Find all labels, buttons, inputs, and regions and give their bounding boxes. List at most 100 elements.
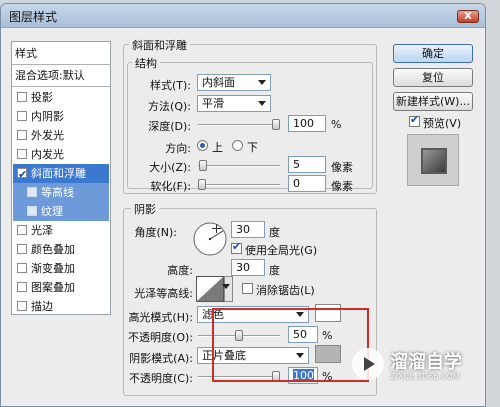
blend-options-item[interactable]: 混合选项:默认 — [15, 66, 111, 85]
soften-input[interactable]: 0 — [288, 175, 326, 192]
size-slider-thumb[interactable] — [199, 160, 208, 171]
altitude-input[interactable]: 30 — [231, 259, 265, 276]
new-style-button[interactable]: 新建样式(W)... — [393, 92, 473, 111]
chevron-down-icon — [258, 101, 266, 106]
size-slider-track[interactable] — [198, 165, 280, 167]
preview-label: 预览(V) — [423, 117, 462, 130]
direction-down-radio[interactable] — [232, 140, 243, 151]
soften-label: 软化(F): — [150, 180, 191, 193]
check-icon: ✔ — [232, 240, 242, 253]
depth-slider-track[interactable] — [198, 124, 280, 126]
gloss-contour-label: 光泽等高线: — [134, 287, 193, 300]
style-item-7[interactable]: 纹理 — [13, 202, 109, 221]
bevel-emboss-title: 斜面和浮雕 — [129, 37, 190, 53]
style-checkbox[interactable]: ✔ — [17, 168, 27, 181]
check-icon: ✔ — [18, 168, 28, 181]
styles-list-panel: 样式 混合选项:默认 投影内阴影外发光内发光 ✔ 斜面和浮雕等高线纹理光泽颜色叠加渐… — [11, 41, 111, 315]
global-light-checkbox[interactable]: ✔ — [231, 240, 242, 254]
soften-slider-thumb[interactable] — [198, 179, 206, 190]
style-item-3[interactable]: 外发光 — [13, 126, 109, 145]
style-item-label: 光泽 — [31, 224, 53, 237]
shading-title: 阴影 — [131, 201, 159, 217]
altitude-unit: 度 — [269, 264, 280, 277]
style-checkbox[interactable] — [27, 187, 37, 197]
style-dropdown-value: 内斜面 — [202, 76, 235, 89]
style-item-5[interactable]: ✔ 斜面和浮雕 — [13, 164, 109, 183]
close-button[interactable]: X — [457, 10, 479, 23]
title-bar[interactable]: 图层样式 X — [1, 4, 485, 28]
ok-button[interactable]: 确定 — [393, 44, 473, 63]
window-title: 图层样式 — [9, 10, 58, 24]
style-item-9[interactable]: 颜色叠加 — [13, 240, 109, 259]
structure-title: 结构 — [132, 55, 160, 71]
preview-checkbox[interactable]: ✔ — [409, 113, 420, 127]
check-icon: ✔ — [410, 113, 420, 126]
soften-unit: 像素 — [331, 180, 353, 193]
style-checkbox[interactable] — [17, 244, 27, 254]
soften-slider-track[interactable] — [198, 184, 280, 186]
depth-input[interactable]: 100 — [288, 115, 326, 132]
direction-up-radio[interactable] — [197, 140, 208, 151]
crosshair-icon — [212, 224, 221, 233]
style-item-2[interactable]: 内阴影 — [13, 107, 109, 126]
angle-dial[interactable] — [192, 221, 228, 257]
gloss-contour-preview-icon[interactable] — [196, 276, 224, 302]
style-dropdown[interactable]: 内斜面 — [197, 74, 271, 91]
angle-unit: 度 — [269, 226, 280, 239]
reset-button[interactable]: 复位 — [393, 68, 473, 87]
highlight-mode-label: 高光模式(H): — [128, 311, 193, 324]
style-checkbox[interactable] — [17, 263, 27, 273]
style-item-label: 斜面和浮雕 — [31, 167, 86, 180]
style-checkbox[interactable] — [17, 149, 27, 159]
play-logo-icon — [352, 348, 384, 380]
style-checkbox[interactable] — [17, 301, 27, 311]
gloss-contour-dropdown[interactable] — [222, 276, 233, 302]
style-item-label: 渐变叠加 — [31, 262, 75, 275]
angle-label: 角度(N): — [134, 226, 177, 239]
shadow-mode-label: 阴影模式(A): — [129, 352, 193, 365]
style-item-1[interactable]: 投影 — [13, 88, 109, 107]
shadow-opacity-label: 不透明度(C): — [129, 372, 193, 385]
style-item-6[interactable]: 等高线 — [13, 183, 109, 202]
style-item-label: 投影 — [31, 91, 53, 104]
style-preview-swatch — [407, 134, 459, 186]
style-checkbox[interactable] — [17, 111, 27, 121]
style-item-12[interactable]: 描边 — [13, 297, 109, 316]
size-label: 大小(Z): — [149, 161, 191, 174]
global-light-label: 使用全局光(G) — [245, 244, 318, 257]
style-item-8[interactable]: 光泽 — [13, 221, 109, 240]
style-item-label: 内发光 — [31, 148, 64, 161]
technique-dropdown[interactable]: 平滑 — [197, 95, 271, 112]
style-item-label: 描边 — [31, 300, 53, 313]
chevron-down-icon — [258, 80, 266, 85]
style-checkbox[interactable] — [17, 225, 27, 235]
size-input[interactable]: 5 — [288, 156, 326, 173]
style-label: 样式(T): — [149, 79, 191, 92]
styles-header[interactable]: 样式 — [15, 44, 111, 63]
direction-label: 方向: — [165, 142, 191, 155]
style-checkbox[interactable] — [27, 206, 37, 216]
anti-alias-checkbox[interactable] — [242, 283, 253, 294]
depth-slider-thumb[interactable] — [272, 119, 280, 130]
style-checkbox[interactable] — [17, 282, 27, 292]
watermark-name: 溜溜自学 — [390, 352, 462, 373]
preview-thumbnail — [421, 148, 447, 174]
chevron-down-icon — [222, 284, 230, 289]
style-item-label: 等高线 — [41, 186, 74, 199]
direction-down-label: 下 — [247, 141, 258, 154]
style-item-label: 图案叠加 — [31, 281, 75, 294]
depth-unit: % — [331, 118, 342, 131]
angle-input[interactable]: 30 — [231, 221, 265, 238]
watermark: 溜溜自学 ZIXUE.3D66.COM — [352, 345, 498, 397]
anti-alias-label: 消除锯齿(L) — [256, 284, 315, 297]
style-checkbox[interactable] — [17, 92, 27, 102]
styles-divider — [12, 86, 110, 87]
style-item-10[interactable]: 渐变叠加 — [13, 259, 109, 278]
style-item-label: 内阴影 — [31, 110, 64, 123]
styles-divider — [12, 64, 110, 65]
style-item-4[interactable]: 内发光 — [13, 145, 109, 164]
watermark-url: ZIXUE.3D66.COM — [390, 372, 460, 381]
style-item-11[interactable]: 图案叠加 — [13, 278, 109, 297]
style-checkbox[interactable] — [17, 130, 27, 140]
annotation-highlight-box — [212, 308, 369, 382]
